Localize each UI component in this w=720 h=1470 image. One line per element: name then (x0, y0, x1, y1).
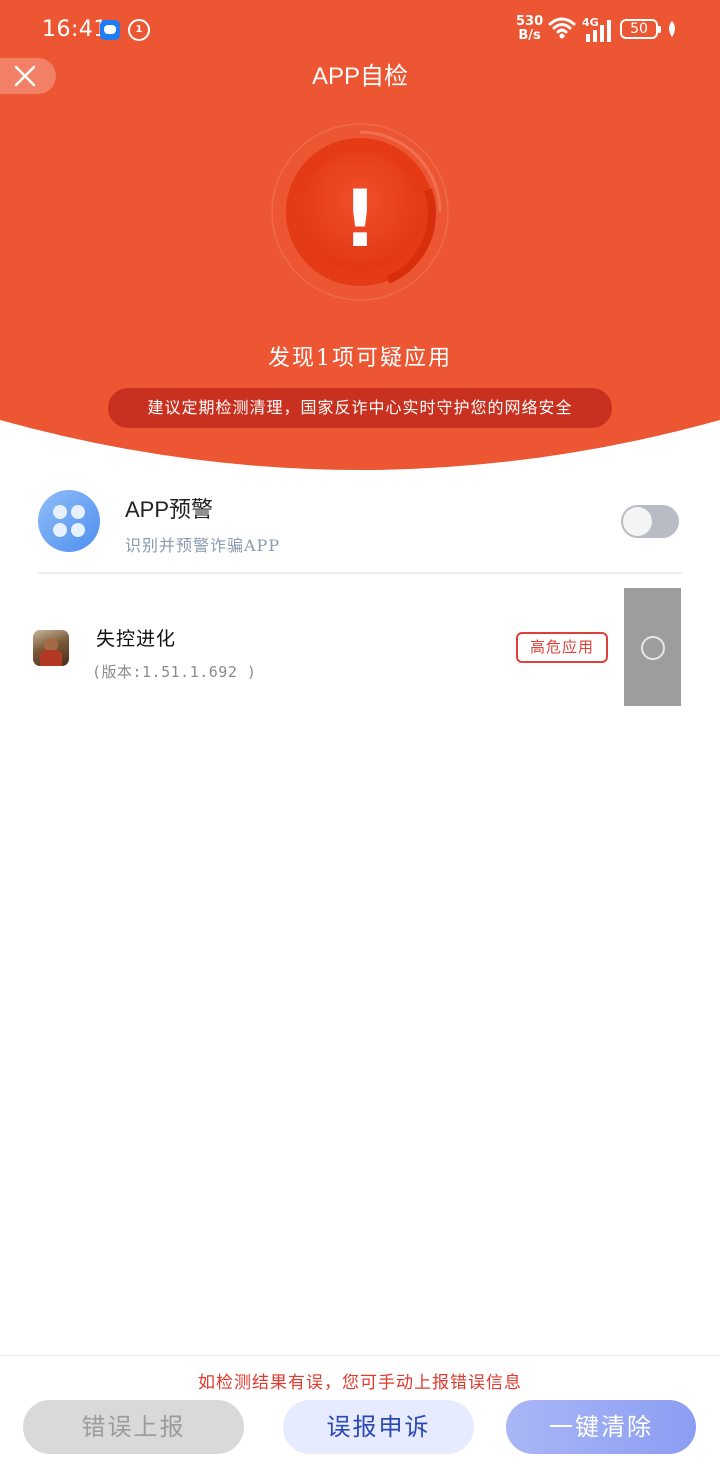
radio-circle-icon (641, 636, 665, 660)
app-version: (版本:1.51.1.692 ) (92, 663, 257, 681)
close-icon (14, 65, 36, 87)
app-warning-row: APP预警 识别并预警诈骗APP (38, 490, 682, 574)
select-checkbox[interactable] (624, 588, 681, 706)
found-summary: 发现1项可疑应用 (268, 346, 452, 371)
network-speed: 530 B/s (516, 15, 543, 43)
network-speed-unit: B/s (518, 28, 541, 43)
risk-badge: 高危应用 (516, 632, 608, 663)
page-title: APP自检 (311, 63, 409, 90)
status-time: 16:41 (42, 17, 108, 42)
sync-notification-icon: 1 (128, 19, 150, 41)
status-bar: 16:41 1 530 B/s 4G 50 (0, 0, 720, 60)
app-warning-title: APP预警 (125, 497, 214, 522)
one-click-clear-button[interactable]: 一键清除 (506, 1400, 696, 1454)
false-report-appeal-button[interactable]: 误报申诉 (283, 1400, 474, 1454)
network-speed-value: 530 (516, 14, 544, 29)
alert-graphic: ! (268, 120, 452, 304)
app-icon (33, 630, 69, 666)
exclamation-icon: ! (342, 175, 378, 265)
close-button[interactable] (0, 58, 56, 94)
app-warning-toggle[interactable] (621, 505, 679, 538)
wifi-icon (548, 17, 576, 39)
footer-bar: 如检测结果有误，您可手动上报错误信息 错误上报 误报申诉 一键清除 (0, 1355, 720, 1470)
advice-banner: 建议定期检测清理，国家反诈中心实时守护您的网络安全 (108, 388, 612, 428)
toggle-knob (623, 507, 652, 536)
clover-icon (38, 490, 100, 552)
app-name: 失控进化 (96, 628, 177, 650)
error-report-button[interactable]: 错误上报 (23, 1400, 244, 1454)
list-item[interactable]: 失控进化 (版本:1.51.1.692 ) 高危应用 (0, 588, 720, 706)
power-saving-leaf-icon (669, 21, 675, 37)
battery-indicator: 50 (620, 19, 661, 39)
message-notification-icon (100, 20, 120, 40)
app-warning-subtitle: 识别并预警诈骗APP (125, 536, 281, 555)
footer-note: 如检测结果有误，您可手动上报错误信息 (198, 1373, 522, 1393)
cell-signal-icon: 4G (582, 16, 614, 42)
